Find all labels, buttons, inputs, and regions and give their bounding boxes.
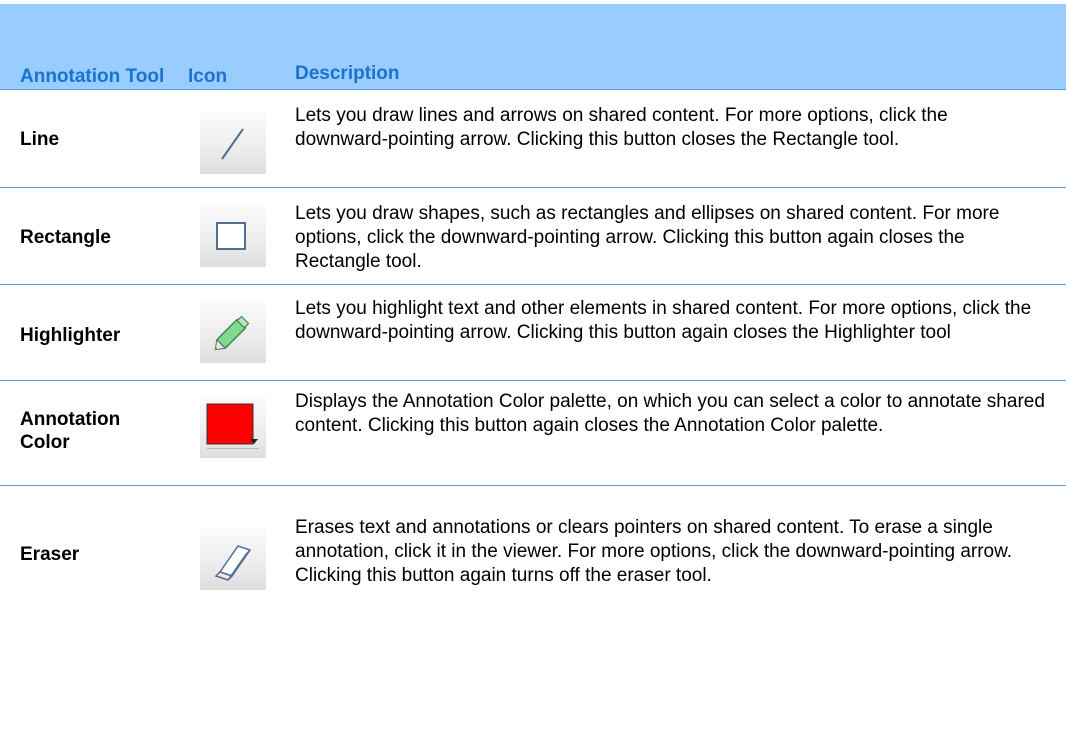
table-row: Rectangle Lets you draw shapes, such as … — [0, 188, 1066, 285]
table-header: Annotation Tool Icon Description — [0, 4, 1066, 90]
description-highlighter: Lets you highlight text and other elemen… — [295, 298, 1032, 343]
description-eraser: Erases text and annotations or clears po… — [295, 517, 1013, 586]
description-annotation-color: Displays the Annotation Color palette, o… — [295, 391, 1045, 436]
annotation-color-icon — [200, 396, 266, 458]
tool-name-rectangle: Rectangle — [20, 227, 111, 248]
eraser-tool-icon — [200, 528, 266, 590]
tool-name-line: Line — [20, 129, 60, 150]
rectangle-tool-icon — [200, 205, 266, 267]
highlighter-tool-icon — [200, 301, 266, 363]
tool-name-annotation-color: Annotation Color — [20, 409, 121, 453]
header-description: Description — [295, 63, 400, 84]
line-tool-icon — [200, 112, 266, 174]
table-row: Line Lets you draw lines and arrows on s… — [0, 90, 1066, 188]
header-annotation-tool: Annotation Tool — [20, 66, 165, 87]
description-line: Lets you draw lines and arrows on shared… — [295, 105, 948, 150]
tool-name-eraser: Eraser — [20, 544, 80, 565]
tool-name-highlighter: Highlighter — [20, 325, 121, 346]
annotation-tools-table: Annotation Tool Icon Description Line Le… — [0, 4, 1066, 626]
table-row: Annotation Color Displays the Annotation… — [0, 381, 1066, 486]
table-row: Highlighter Lets you highlight text and … — [0, 285, 1066, 381]
description-rectangle: Lets you draw shapes, such as rectangles… — [295, 203, 1000, 272]
table-row: Eraser Erases text and annotations or cl… — [0, 486, 1066, 626]
header-icon: Icon — [188, 66, 228, 87]
